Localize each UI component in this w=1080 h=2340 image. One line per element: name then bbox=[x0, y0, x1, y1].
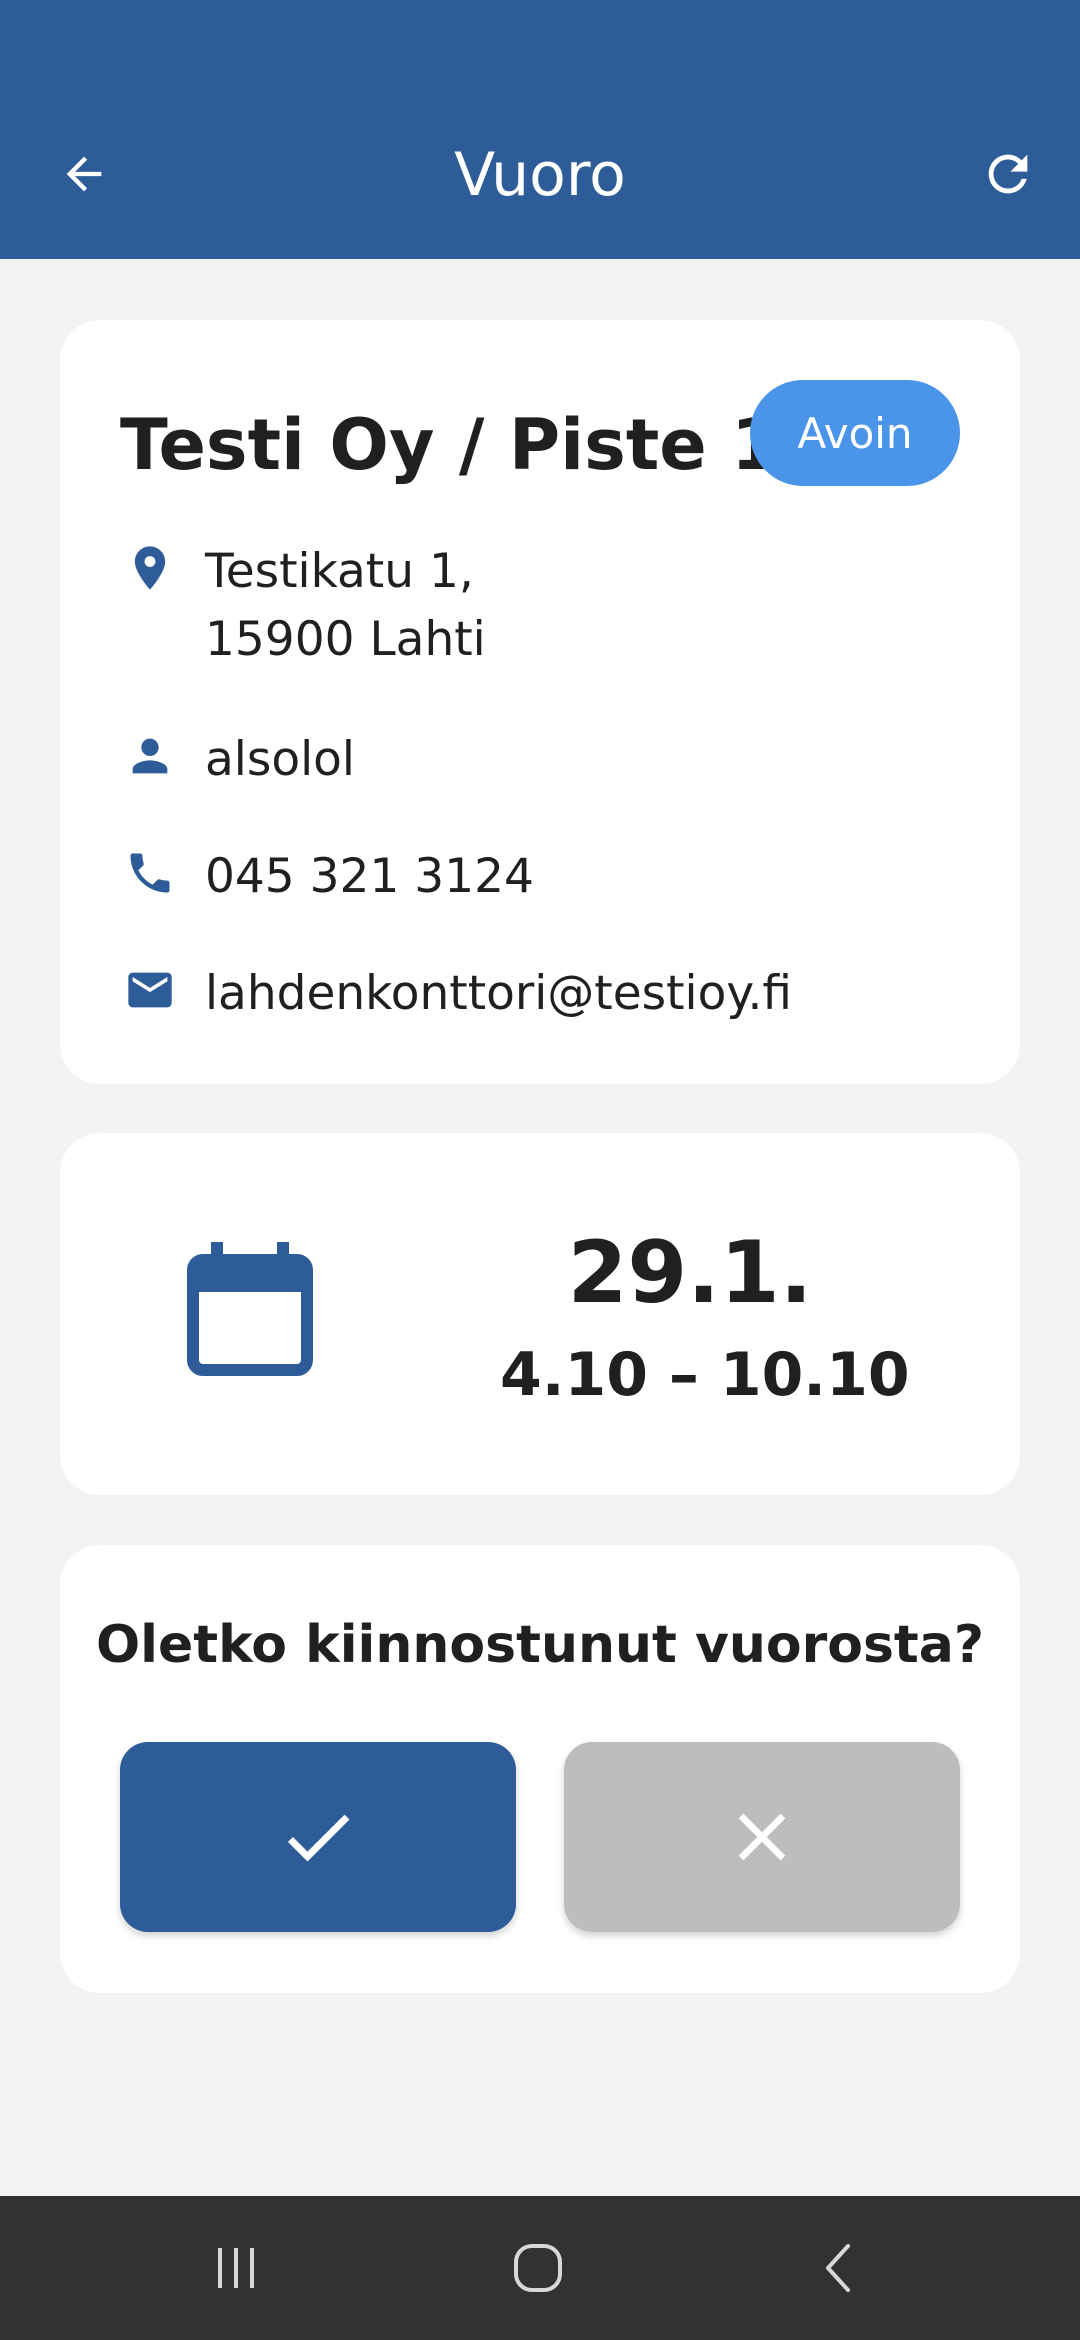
home-icon bbox=[514, 2244, 562, 2292]
recent-apps-button[interactable] bbox=[196, 2233, 276, 2303]
place-title: Testi Oy / Piste 1 bbox=[120, 404, 780, 486]
close-icon bbox=[738, 1813, 786, 1861]
interest-card: Oletko kiinnostunut vuorosta? bbox=[60, 1545, 1020, 1993]
location-pin-icon bbox=[120, 538, 180, 598]
mail-icon bbox=[120, 960, 180, 1020]
shift-time: 4.10 – 10.10 bbox=[500, 1340, 910, 1410]
phone-number[interactable]: 045 321 3124 bbox=[205, 843, 534, 911]
shift-info-card: Testi Oy / Piste 1 Avoin Testikatu 1, 15… bbox=[60, 320, 1020, 1084]
refresh-button[interactable] bbox=[976, 142, 1040, 206]
check-icon bbox=[287, 1814, 350, 1862]
system-nav-bar bbox=[0, 2196, 1080, 2340]
status-badge: Avoin bbox=[750, 380, 960, 486]
shift-date-card: 29.1. 4.10 – 10.10 bbox=[60, 1133, 1020, 1495]
interest-question: Oletko kiinnostunut vuorosta? bbox=[95, 1615, 985, 1675]
refresh-icon bbox=[988, 154, 1028, 194]
system-back-button[interactable] bbox=[800, 2233, 880, 2303]
calendar-icon bbox=[187, 1242, 313, 1376]
back-icon bbox=[826, 2244, 850, 2292]
email-address[interactable]: lahdenkonttori@testioy.fi bbox=[205, 960, 792, 1028]
app-bar: Vuoro bbox=[0, 0, 1080, 259]
phone-icon bbox=[120, 843, 180, 903]
address-text: Testikatu 1, 15900 Lahti bbox=[205, 538, 486, 674]
accept-button[interactable] bbox=[120, 1742, 516, 1932]
recent-apps-icon bbox=[218, 2248, 254, 2288]
email-row[interactable]: lahdenkonttori@testioy.fi bbox=[120, 960, 792, 1028]
page-title: Vuoro bbox=[454, 140, 626, 210]
phone-row[interactable]: 045 321 3124 bbox=[120, 843, 534, 911]
address-line2: 15900 Lahti bbox=[205, 612, 486, 667]
decline-button[interactable] bbox=[564, 1742, 960, 1932]
person-icon bbox=[120, 726, 180, 786]
address-row: Testikatu 1, 15900 Lahti bbox=[120, 538, 486, 674]
shift-date: 29.1. bbox=[567, 1223, 813, 1323]
contact-row: alsolol bbox=[120, 726, 355, 794]
contact-name: alsolol bbox=[205, 732, 355, 787]
home-button[interactable] bbox=[498, 2233, 578, 2303]
address-line1: Testikatu 1, bbox=[205, 544, 474, 599]
